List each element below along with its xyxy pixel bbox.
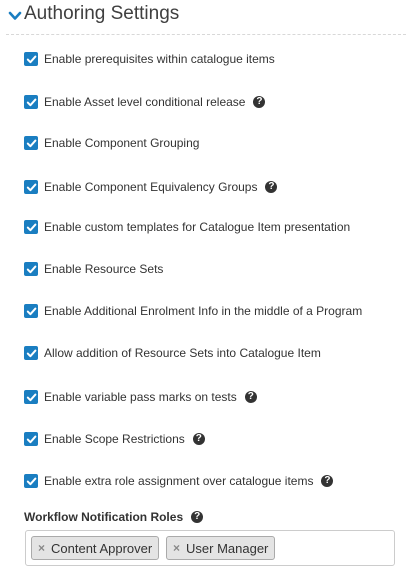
- help-icon[interactable]: ?: [192, 433, 205, 445]
- role-tag-label: User Manager: [186, 540, 269, 556]
- checkmark-icon: [26, 223, 36, 231]
- workflow-roles-label-text: Workflow Notification Roles: [24, 510, 184, 524]
- checkmark-icon: [26, 98, 36, 106]
- option-checkbox[interactable]: [24, 390, 38, 404]
- role-tag: × User Manager: [166, 536, 276, 560]
- role-tag: × Content Approver: [31, 536, 160, 560]
- option-checkbox[interactable]: [24, 304, 38, 318]
- chevron-down-icon: [8, 11, 22, 20]
- option-checkbox[interactable]: [24, 432, 38, 446]
- checkmark-icon: [26, 393, 36, 401]
- option-label[interactable]: Enable custom templates for Catalogue It…: [44, 220, 350, 234]
- checkmark-icon: [26, 307, 36, 315]
- role-tag-label: Content Approver: [51, 540, 153, 556]
- help-icon[interactable]: ?: [265, 181, 278, 193]
- option-label[interactable]: Enable prerequisites within catalogue it…: [44, 52, 275, 66]
- option-checkbox[interactable]: [24, 220, 38, 234]
- option-row: Enable Scope Restrictions?: [24, 430, 205, 448]
- checkmark-icon: [26, 265, 36, 273]
- header-divider: [6, 34, 406, 35]
- option-row: Enable Component Equivalency Groups?: [24, 178, 278, 196]
- option-label[interactable]: Enable Resource Sets: [44, 262, 163, 276]
- option-label[interactable]: Enable Component Equivalency Groups: [44, 180, 257, 194]
- checkmark-icon: [26, 183, 36, 191]
- checkmark-icon: [26, 55, 36, 63]
- help-icon[interactable]: ?: [244, 391, 257, 403]
- option-row: Enable prerequisites within catalogue it…: [24, 50, 275, 68]
- option-checkbox[interactable]: [24, 346, 38, 360]
- option-checkbox[interactable]: [24, 180, 38, 194]
- workflow-roles-select[interactable]: × Content Approver × User Manager: [25, 530, 395, 566]
- option-row: Enable Additional Enrolment Info in the …: [24, 302, 362, 320]
- checkmark-icon: [26, 435, 36, 443]
- checkmark-icon: [26, 477, 36, 485]
- option-row: Enable Asset level conditional release?: [24, 93, 266, 111]
- workflow-roles-label: Workflow Notification Roles ?: [24, 509, 204, 525]
- checkmark-icon: [26, 139, 36, 147]
- option-label[interactable]: Enable Scope Restrictions: [44, 432, 185, 446]
- option-checkbox[interactable]: [24, 95, 38, 109]
- option-label[interactable]: Enable Additional Enrolment Info in the …: [44, 304, 362, 318]
- option-checkbox[interactable]: [24, 52, 38, 66]
- option-checkbox[interactable]: [24, 136, 38, 150]
- remove-tag-icon[interactable]: ×: [173, 541, 180, 555]
- option-label[interactable]: Enable extra role assignment over catalo…: [44, 474, 313, 488]
- option-label[interactable]: Allow addition of Resource Sets into Cat…: [44, 346, 321, 360]
- option-label[interactable]: Enable Asset level conditional release: [44, 95, 245, 109]
- option-row: Allow addition of Resource Sets into Cat…: [24, 344, 321, 362]
- option-row: Enable Component Grouping: [24, 134, 199, 152]
- help-icon[interactable]: ?: [253, 96, 266, 108]
- option-row: Enable custom templates for Catalogue It…: [24, 218, 350, 236]
- checkmark-icon: [26, 349, 36, 357]
- option-row: Enable Resource Sets: [24, 260, 163, 278]
- option-row: Enable extra role assignment over catalo…: [24, 472, 334, 490]
- help-icon[interactable]: ?: [191, 511, 204, 523]
- option-label[interactable]: Enable Component Grouping: [44, 136, 199, 150]
- remove-tag-icon[interactable]: ×: [38, 541, 45, 555]
- panel-title: Authoring Settings: [24, 3, 180, 24]
- option-checkbox[interactable]: [24, 262, 38, 276]
- option-row: Enable variable pass marks on tests?: [24, 388, 257, 406]
- settings-panel-header[interactable]: Authoring Settings: [0, 0, 406, 34]
- option-checkbox[interactable]: [24, 474, 38, 488]
- option-label[interactable]: Enable variable pass marks on tests: [44, 390, 237, 404]
- help-icon[interactable]: ?: [321, 475, 334, 487]
